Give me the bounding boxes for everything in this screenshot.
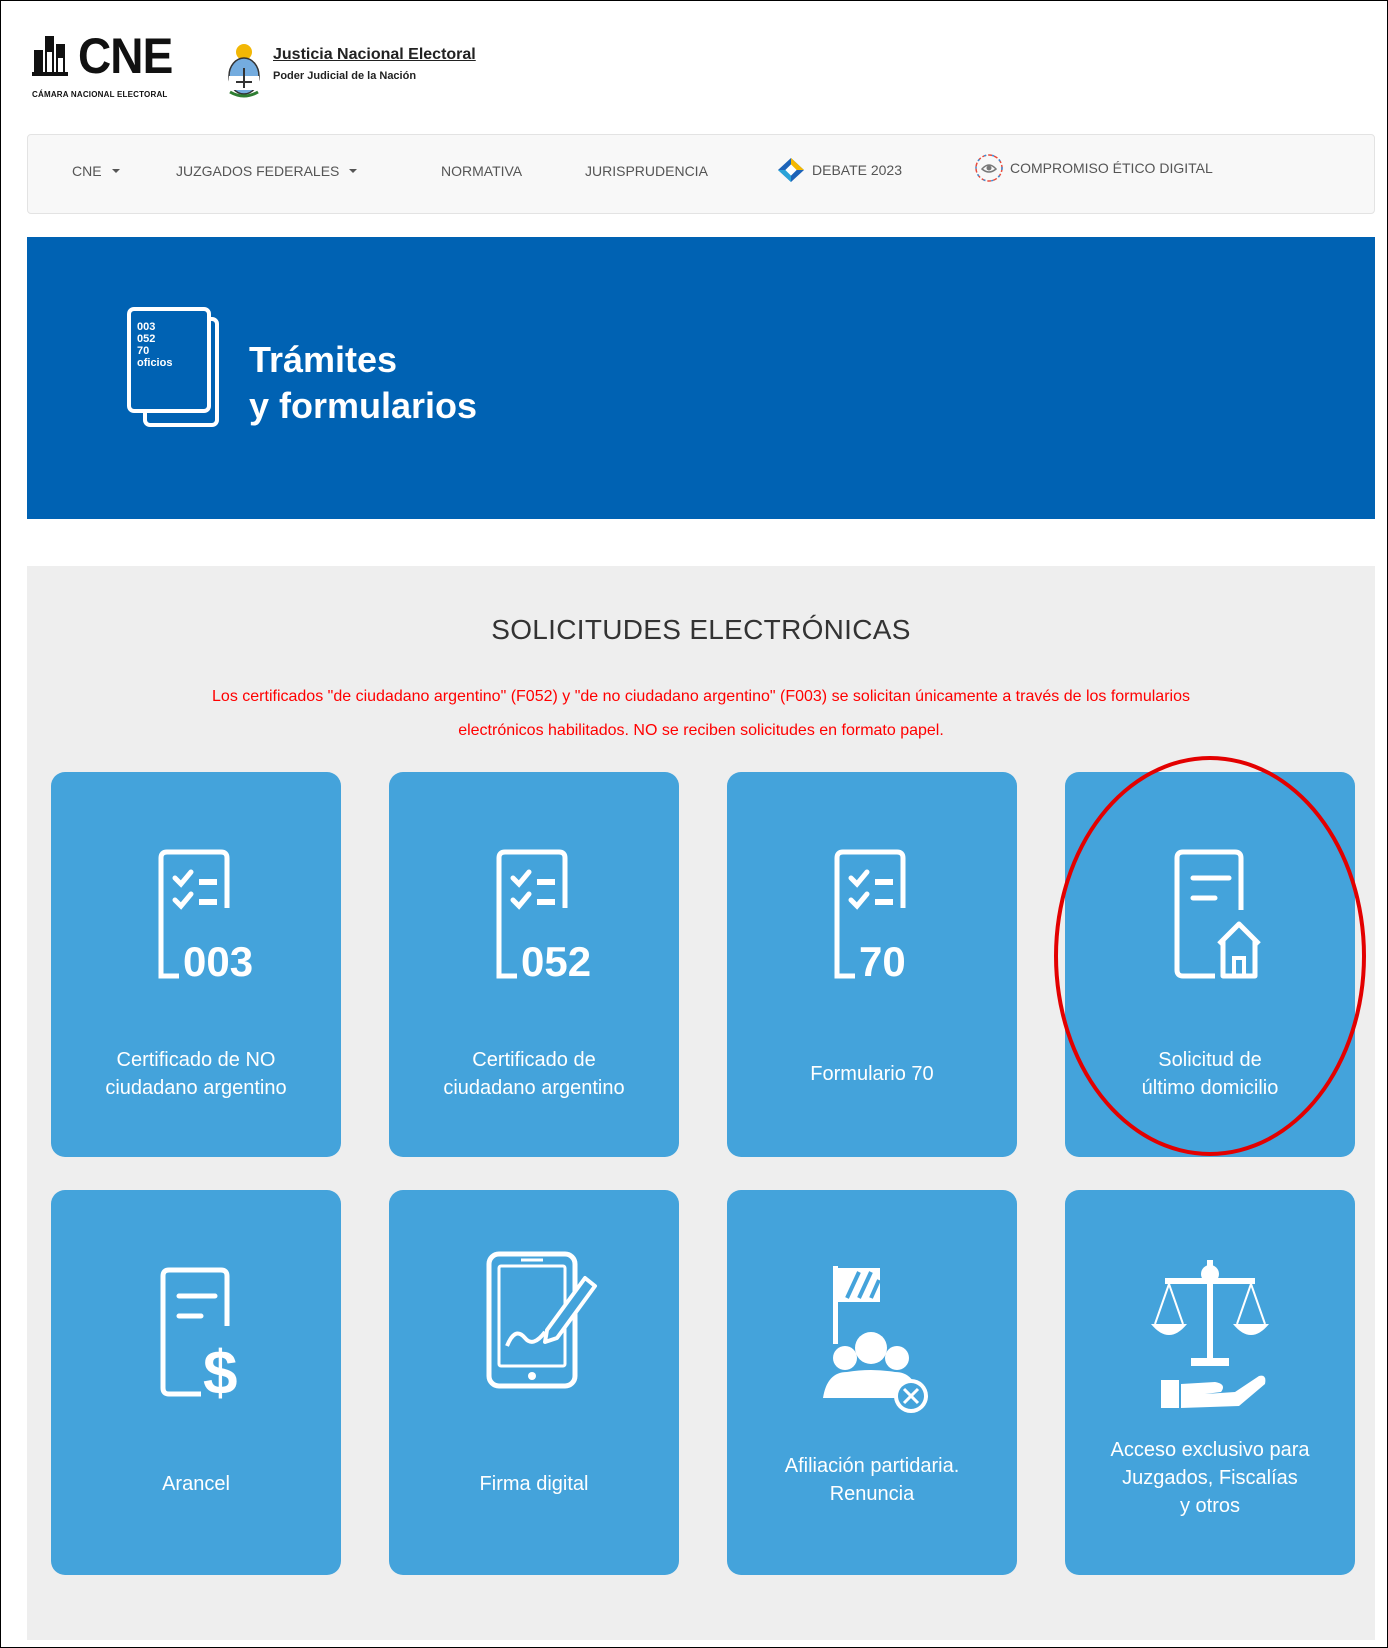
hero-icon-line: oficios [137,357,173,369]
nav-item-normativa[interactable]: NORMATIVA [441,163,522,179]
card-certificado-ciudadano[interactable]: 052 Certificado de ciudadano argentino [389,772,679,1157]
card-label: Certificado de ciudadano argentino [401,1046,667,1102]
jne-title: Justicia Nacional Electoral [273,46,476,63]
card-formulario-70[interactable]: 70 Formulario 70 [727,772,1017,1157]
card-acceso-exclusivo[interactable]: Acceso exclusivo para Juzgados, Fiscalía… [1065,1190,1355,1575]
nav-label: COMPROMISO ÉTICO DIGITAL [1010,160,1213,176]
compromiso-etico-icon [975,154,1003,182]
caret-down-icon [349,169,358,173]
cne-logo[interactable]: CNE CÁMARA NACIONAL ELECTORAL [32,28,182,106]
nav-label: JUZGADOS FEDERALES [176,163,340,179]
flag-group-remove-icon [727,1258,1017,1418]
form-052-icon: 052 [389,848,679,1008]
main-navbar: CNE JUZGADOS FEDERALES NORMATIVA JURISPR… [27,134,1375,214]
card-label: Formulario 70 [739,1060,1005,1088]
card-label: Afiliación partidaria. Renuncia [739,1452,1005,1508]
cne-mark-icon [32,36,68,76]
tablet-signature-icon [389,1246,679,1406]
card-firma-digital[interactable]: Firma digital [389,1190,679,1575]
nav-item-cne[interactable]: CNE [72,163,120,179]
hero-icon-line: 003 [137,321,156,333]
document-house-icon [1065,848,1355,1008]
card-label: Firma digital [401,1470,667,1498]
card-label-line: ciudadano argentino [105,1077,287,1099]
card-label: Solicitud de último domicilio [1077,1046,1343,1102]
card-label: Arancel [63,1470,329,1498]
card-afiliacion-renuncia[interactable]: Afiliación partidaria. Renuncia [727,1190,1017,1575]
cne-logo-text: CNE [78,28,173,84]
document-dollar-icon: $ [51,1266,341,1426]
notice-line: Los certificados "de ciudadano argentino… [212,688,1190,705]
hero-icon-line: 70 [137,345,150,357]
card-label-line: ciudadano argentino [443,1077,625,1099]
form-number: 003 [183,938,253,985]
card-label-line: y otros [1179,1495,1241,1517]
svg-text:$: $ [203,1339,237,1406]
card-label-line: Afiliación partidaria. [784,1455,960,1477]
card-arancel[interactable]: $ Arancel [51,1190,341,1575]
card-label-line: Certificado de NO [116,1049,276,1071]
card-label-line: Juzgados, Fiscalías [1122,1467,1298,1489]
card-label-line: Acceso exclusivo para [1110,1439,1310,1461]
card-label-line: Certificado de [472,1049,596,1071]
card-label: Acceso exclusivo para Juzgados, Fiscalía… [1077,1436,1343,1520]
jne-subtitle: Poder Judicial de la Nación [273,70,417,82]
card-solicitud-ultimo-domicilio[interactable]: Solicitud de último domicilio [1065,772,1355,1157]
form-70-icon: 70 [727,848,1017,1008]
card-label: Certificado de NO ciudadano argentino [63,1046,329,1102]
page-title-line2: y formularios [249,385,478,426]
nav-label: CNE [72,163,102,179]
caret-down-icon [111,169,120,173]
paper-notice: Los certificados "de ciudadano argentino… [67,680,1335,748]
form-003-icon: 003 [51,848,341,1008]
jne-logo[interactable]: Justicia Nacional Electoral Poder Judici… [226,38,526,100]
card-label-line: Arancel [162,1473,230,1495]
nav-label: NORMATIVA [441,163,523,179]
card-label-line: Renuncia [829,1483,915,1505]
page-title: Trámites y formularios [249,337,477,429]
debate-diamond-icon [778,158,804,182]
nav-label: DEBATE 2023 [812,162,903,178]
scales-hand-icon [1065,1254,1355,1414]
nav-item-compromiso[interactable]: COMPROMISO ÉTICO DIGITAL [974,153,1213,183]
cne-logo-subtitle: CÁMARA NACIONAL ELECTORAL [32,90,168,99]
card-certificado-no-ciudadano[interactable]: 003 Certificado de NO ciudadano argentin… [51,772,341,1157]
form-number: 052 [521,938,591,985]
card-label-line: Solicitud de [1158,1049,1262,1071]
hero-icon-text: 003 052 70 oficios [137,321,172,369]
page-title-line1: Trámites [249,339,398,380]
card-label-line: Formulario 70 [810,1063,934,1085]
argentina-emblem-icon [228,44,260,98]
nav-item-jurisprudencia[interactable]: JURISPRUDENCIA [585,163,708,179]
nav-label: JURISPRUDENCIA [585,163,708,179]
card-label-line: Firma digital [479,1473,589,1495]
nav-item-juzgados[interactable]: JUZGADOS FEDERALES [176,163,358,179]
nav-item-debate[interactable]: DEBATE 2023 [776,157,902,183]
notice-line: electrónicos habilitados. NO se reciben … [458,722,944,739]
hero-banner: 003 052 70 oficios Trámites y formulario… [27,237,1375,519]
documents-stack-icon: 003 052 70 oficios [127,307,227,427]
section-title: SOLICITUDES ELECTRÓNICAS [491,614,911,645]
card-label-line: último domicilio [1141,1077,1279,1099]
hero-icon-line: 052 [137,333,156,345]
form-number: 70 [859,938,906,985]
